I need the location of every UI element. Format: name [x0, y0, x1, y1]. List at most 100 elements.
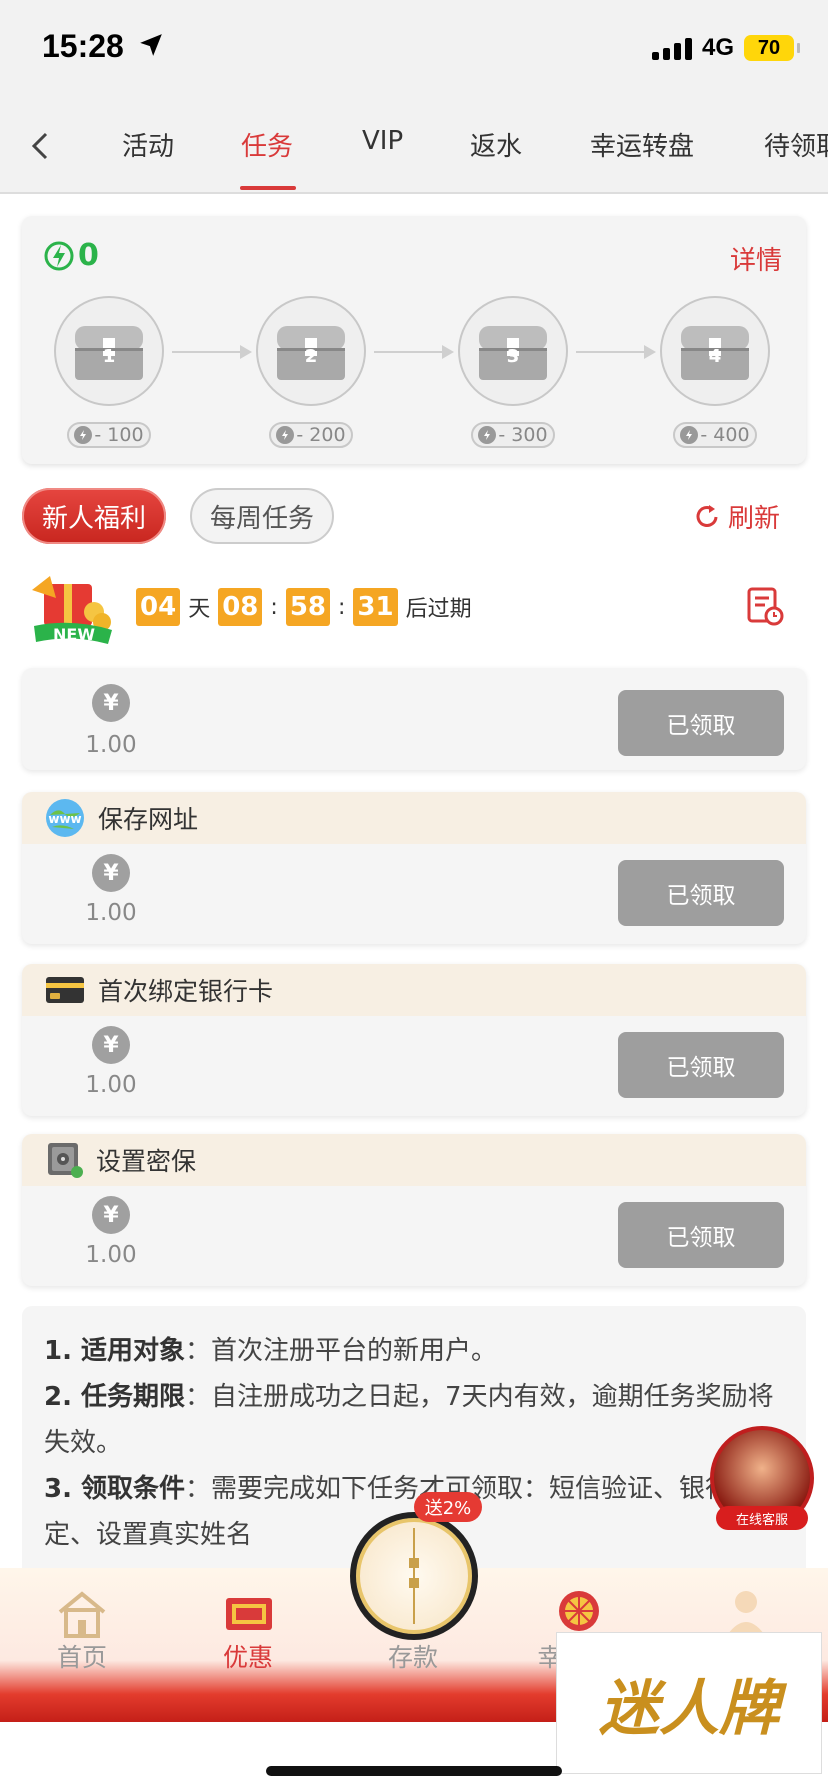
refresh-button[interactable]: 刷新: [692, 498, 780, 535]
claimed-button[interactable]: 已领取: [618, 690, 784, 756]
chest-cost-3: - 300: [471, 422, 555, 448]
yuan-icon: ¥: [92, 1026, 130, 1064]
bank-card-icon: [46, 977, 84, 1003]
status-time: 15:28: [42, 28, 124, 64]
active-tab-indicator: [240, 186, 296, 190]
nav-deposit[interactable]: 存款: [363, 1638, 463, 1674]
globe-icon: www: [46, 799, 84, 837]
network-type: 4G: [701, 34, 734, 61]
countdown-seconds: 31: [353, 588, 398, 626]
home-indicator: [266, 1766, 562, 1776]
rule-1: 1. 适用对象：首次注册平台的新用户。: [44, 1336, 498, 1366]
yuan-icon: ¥: [92, 1196, 130, 1234]
chest-1[interactable]: 1: [54, 296, 164, 406]
refresh-icon: [696, 504, 718, 527]
battery-icon: 70: [744, 35, 800, 61]
arrow-icon: [240, 345, 252, 359]
time-separator: :: [338, 594, 346, 620]
lightning-icon: [680, 426, 699, 444]
task-body: ¥ 1.00 已领取: [22, 1016, 806, 1116]
status-bar: 15:28 4G 70: [0, 0, 828, 100]
task-title: 首次绑定银行卡: [98, 977, 274, 1006]
nav-promo[interactable]: 优惠: [198, 1638, 298, 1674]
countdown-days: 04: [136, 588, 181, 626]
task-card: 首次绑定银行卡 ¥ 1.00 已领取: [22, 964, 806, 1116]
energy-counter: 0: [44, 238, 99, 273]
tab-pending[interactable]: 待领取: [764, 126, 828, 163]
reward-amount: 1.00: [85, 900, 137, 926]
expiry-suffix: 后过期: [405, 597, 472, 622]
arrow-icon: [644, 345, 656, 359]
task-header: 设置密保: [22, 1134, 806, 1186]
svg-text:www: www: [48, 812, 81, 826]
tab-vip[interactable]: VIP: [362, 126, 403, 156]
treasure-chest-icon: 2: [273, 318, 349, 384]
chest-cost-1: - 100: [67, 422, 151, 448]
reward-amount: 1.00: [85, 732, 137, 758]
treasure-chest-icon: 4: [677, 318, 753, 384]
profile-icon: [728, 1591, 764, 1634]
task-title: 设置密保: [96, 1147, 197, 1176]
chest-connector: [172, 351, 242, 353]
nav-home[interactable]: 首页: [32, 1638, 132, 1674]
task-header: 首次绑定银行卡: [22, 964, 806, 1016]
arrow-icon: [442, 345, 454, 359]
lightning-icon: [276, 426, 295, 444]
chest-cost-4: - 400: [673, 422, 757, 448]
chest-cost-2: - 200: [269, 422, 353, 448]
claimed-button[interactable]: 已领取: [618, 1202, 784, 1268]
deposit-center-button[interactable]: [350, 1512, 478, 1640]
lightning-icon: [478, 426, 497, 444]
ticket-icon: [226, 1598, 272, 1630]
home-icon: [58, 1591, 106, 1638]
back-chevron-icon[interactable]: [20, 126, 60, 166]
tab-lucky-wheel[interactable]: 幸运转盘: [590, 126, 694, 163]
yuan-icon: ¥: [92, 684, 130, 722]
task-card: ¥ 1.00 已领取: [22, 668, 806, 770]
rule-2: 2. 任务期限：自注册成功之日起，7天内有效，逾期任务奖励将失效。: [44, 1382, 774, 1458]
location-arrow-icon: [140, 34, 162, 56]
new-badge-text: NEW: [53, 625, 95, 644]
treasure-chest-icon: 3: [475, 318, 551, 384]
status-indicators: 4G 70: [651, 34, 800, 62]
claimed-button[interactable]: 已领取: [618, 1032, 784, 1098]
new-gift-icon: NEW: [22, 568, 122, 654]
task-body: ¥ 1.00 已领取: [22, 844, 806, 944]
countdown-row: NEW 04 天 08 : 58 : 31 后过期: [22, 566, 806, 666]
watermark-logo: 迷人牌: [556, 1632, 822, 1774]
lightning-icon: [44, 241, 74, 270]
energy-chest-card: 0 详情 1 2 3 4 - 100 - 200 - 300 - 400: [22, 216, 806, 464]
deposit-coin-icon: [409, 1528, 419, 1624]
yuan-icon: ¥: [92, 854, 130, 892]
chest-2[interactable]: 2: [256, 296, 366, 406]
customer-service-label[interactable]: 在线客服: [716, 1506, 808, 1530]
signal-icon: [651, 36, 692, 60]
top-tab-bar: 活动 任务 VIP 返水 幸运转盘 待领取: [0, 100, 828, 194]
claimed-button[interactable]: 已领取: [618, 860, 784, 926]
task-title: 保存网址: [98, 805, 199, 834]
time-separator: :: [270, 594, 278, 620]
task-body: ¥ 1.00 已领取: [22, 668, 806, 768]
countdown-timer: 04 天 08 : 58 : 31 后过期: [136, 588, 472, 626]
safe-icon: [48, 1143, 83, 1178]
reward-amount: 1.00: [85, 1242, 137, 1268]
chest-connector: [374, 351, 444, 353]
deposit-bonus-badge: 送2%: [414, 1492, 482, 1522]
chest-3[interactable]: 3: [458, 296, 568, 406]
history-record-icon[interactable]: [746, 586, 784, 626]
refresh-label: 刷新: [727, 504, 780, 534]
chest-connector: [576, 351, 646, 353]
task-card: www 保存网址 ¥ 1.00 已领取: [22, 792, 806, 944]
task-body: ¥ 1.00 已领取: [22, 1186, 806, 1286]
detail-link[interactable]: 详情: [730, 240, 782, 277]
tab-activity[interactable]: 活动: [122, 126, 174, 163]
tab-rebate[interactable]: 返水: [470, 126, 522, 163]
lucky-wheel-icon: [559, 1591, 599, 1631]
lightning-icon: [74, 426, 93, 444]
chest-4[interactable]: 4: [660, 296, 770, 406]
tab-weekly-tasks[interactable]: 每周任务: [190, 488, 334, 544]
countdown-minutes: 58: [285, 588, 330, 626]
tab-newcomer-benefits[interactable]: 新人福利: [22, 488, 166, 544]
treasure-chest-icon: 1: [71, 318, 147, 384]
tab-tasks[interactable]: 任务: [241, 126, 293, 163]
